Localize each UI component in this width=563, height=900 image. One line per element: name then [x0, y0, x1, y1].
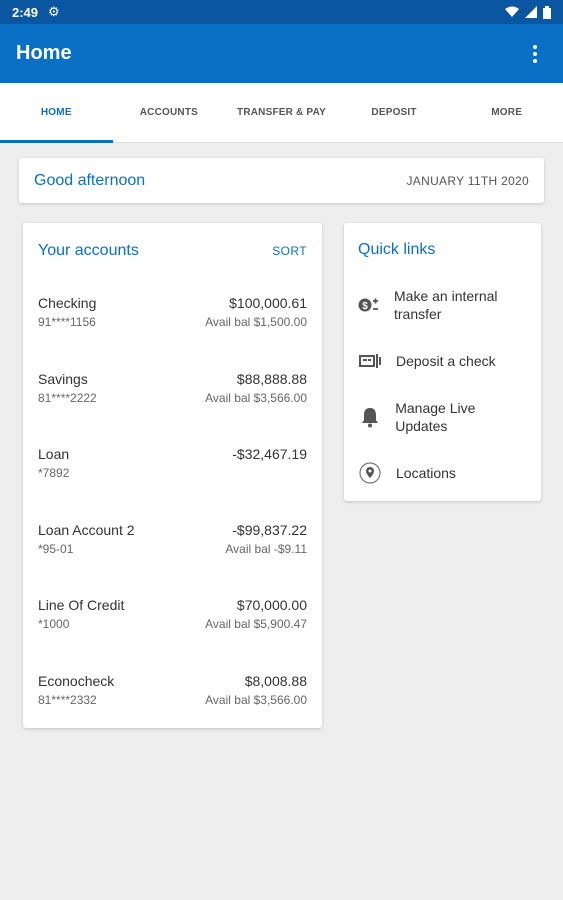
- account-available-balance: Avail bal $3,566.00: [205, 692, 307, 707]
- svg-text:$: $: [362, 301, 368, 312]
- account-row-savings[interactable]: Savings 81****2222 $88,888.88 Avail bal …: [38, 355, 307, 431]
- account-number: 81****2332: [38, 692, 97, 707]
- account-row-checking[interactable]: Checking 91****1156 $100,000.61 Avail ba…: [38, 279, 307, 355]
- quick-link-label: Deposit a check: [396, 353, 496, 369]
- account-row-loan[interactable]: Loan *7892 -$32,467.19: [38, 430, 307, 506]
- account-balance: -$32,467.19: [232, 446, 307, 462]
- cellular-signal-icon: [525, 6, 537, 18]
- page-title: Home: [16, 42, 72, 64]
- quick-link-internal-transfer[interactable]: $ Make an internal transfer: [358, 277, 527, 333]
- account-row-line-of-credit[interactable]: Line Of Credit *1000 $70,000.00 Avail ba…: [38, 581, 307, 657]
- account-available-balance: Avail bal $5,900.47: [205, 617, 307, 631]
- account-number: 81****2222: [38, 390, 97, 405]
- account-balance: $88,888.88: [236, 370, 307, 387]
- quick-link-live-updates[interactable]: Manage Live Updates: [358, 389, 527, 445]
- quick-link-locations[interactable]: Locations: [358, 445, 527, 501]
- accounts-card: Your accounts SORT Checking 91****1156 $…: [23, 223, 322, 728]
- sort-button[interactable]: SORT: [272, 244, 307, 258]
- greeting-date: JANUARY 11TH 2020: [406, 173, 529, 188]
- settings-gear-icon: ⚙: [48, 4, 60, 19]
- app-bar: Home: [0, 24, 563, 83]
- account-available-balance: Avail bal $3,566.00: [205, 390, 307, 405]
- status-time: 2:49: [12, 4, 39, 20]
- transfer-money-icon: $: [358, 293, 380, 317]
- account-number: *95-01: [38, 541, 74, 556]
- location-pin-icon: [358, 461, 382, 485]
- quick-link-deposit-check[interactable]: Deposit a check: [358, 333, 527, 389]
- greeting-card: Good afternoon JANUARY 11TH 2020: [19, 158, 544, 203]
- quick-link-label: Locations: [396, 465, 456, 481]
- account-name: Econocheck: [38, 672, 115, 689]
- quick-links-card: Quick links $ Make an internal transfer …: [344, 223, 541, 501]
- account-number: 91****1156: [38, 315, 96, 329]
- account-name: Loan: [38, 446, 70, 462]
- battery-icon: [543, 5, 551, 19]
- account-name: Line Of Credit: [38, 597, 125, 613]
- account-available-balance: Avail bal $1,500.00: [205, 315, 307, 329]
- tab-transfer-pay[interactable]: TRANSFER & PAY: [225, 83, 338, 142]
- account-row-loan-account-2[interactable]: Loan Account 2 *95-01 -$99,837.22 Avail …: [38, 506, 307, 582]
- overflow-menu-icon[interactable]: [523, 42, 547, 66]
- account-number: *7892: [38, 466, 70, 480]
- tab-more[interactable]: MORE: [450, 83, 563, 142]
- tab-home[interactable]: HOME: [0, 83, 113, 143]
- greeting-text: Good afternoon: [34, 171, 146, 189]
- account-available-balance: Avail bal -$9.11: [225, 541, 307, 556]
- status-icons: [505, 5, 551, 19]
- account-name: Loan Account 2: [38, 521, 135, 538]
- quick-link-label: Manage Live Updates: [395, 400, 476, 434]
- account-balance: -$99,837.22: [232, 521, 307, 538]
- status-bar: 2:49 ⚙: [0, 0, 563, 24]
- account-balance: $8,008.88: [244, 672, 307, 689]
- account-balance: $100,000.61: [229, 295, 307, 311]
- check-deposit-icon: [358, 349, 382, 373]
- account-number: *1000: [38, 617, 70, 631]
- account-name: Savings: [38, 370, 88, 387]
- bell-icon: [358, 405, 381, 429]
- wifi-icon: [505, 6, 519, 17]
- tab-bar: HOME ACCOUNTS TRANSFER & PAY DEPOSIT MOR…: [0, 83, 563, 143]
- accounts-title: Your accounts: [38, 242, 139, 259]
- account-balance: $70,000.00: [236, 597, 307, 613]
- account-name: Checking: [38, 295, 97, 311]
- tab-deposit[interactable]: DEPOSIT: [338, 83, 451, 142]
- tab-accounts[interactable]: ACCOUNTS: [113, 83, 226, 142]
- quick-link-label: Make an internal transfer: [394, 288, 498, 322]
- account-row-econocheck[interactable]: Econocheck 81****2332 $8,008.88 Avail ba…: [38, 657, 307, 733]
- quick-links-title: Quick links: [358, 241, 436, 258]
